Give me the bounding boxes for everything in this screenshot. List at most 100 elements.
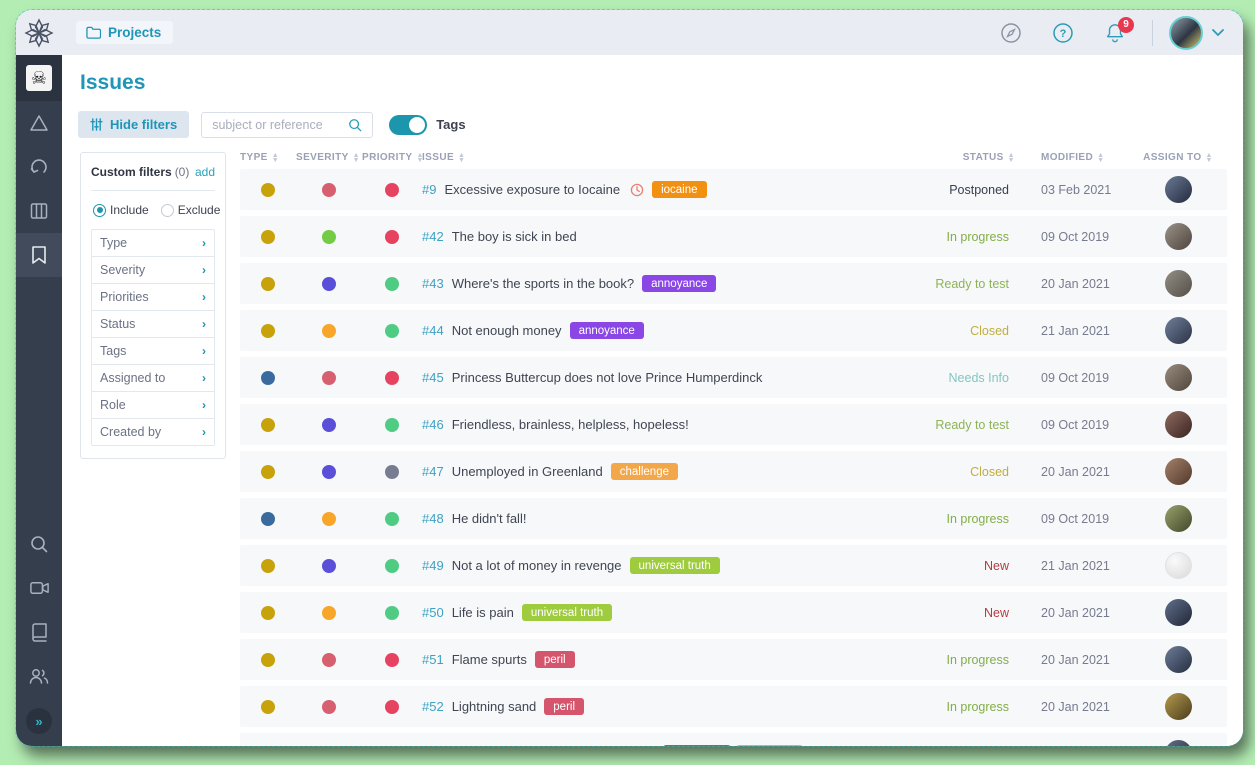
col-header-severity[interactable]: SEVERITY▲▼	[296, 152, 362, 163]
assignee-avatar[interactable]	[1165, 693, 1192, 720]
issue-row[interactable]: #50 Life is pain universal truth New 20 …	[240, 592, 1227, 633]
tags-toggle[interactable]	[389, 115, 427, 135]
col-header-issue[interactable]: ISSUE▲▼	[422, 152, 897, 163]
issue-title[interactable]: Unemployed in Greenland	[452, 464, 603, 479]
issue-status[interactable]: In progress	[897, 653, 1015, 667]
search-icon[interactable]	[348, 118, 362, 132]
sidebar-item-kanban[interactable]	[16, 189, 62, 233]
filter-category-type[interactable]: Type›	[92, 230, 214, 257]
issue-row[interactable]: #46 Friendless, brainless, helpless, hop…	[240, 404, 1227, 445]
issue-status[interactable]: Ready to test	[897, 418, 1015, 432]
issue-status[interactable]: Postponed	[897, 183, 1015, 197]
hide-filters-button[interactable]: Hide filters	[78, 111, 189, 138]
issue-title[interactable]: He didn't fall!	[452, 511, 527, 526]
sidebar-item-issues[interactable]	[16, 233, 62, 277]
filter-category-status[interactable]: Status›	[92, 311, 214, 338]
issue-status[interactable]: In progress	[897, 230, 1015, 244]
issue-row[interactable]: #47 Unemployed in Greenland challenge Cl…	[240, 451, 1227, 492]
issue-ref[interactable]: #50	[422, 605, 444, 620]
filter-category-assigned-to[interactable]: Assigned to›	[92, 365, 214, 392]
filter-category-tags[interactable]: Tags›	[92, 338, 214, 365]
sidebar-item-search[interactable]	[16, 522, 62, 566]
col-header-priority[interactable]: PRIORITY▲▼	[362, 152, 422, 163]
issue-title[interactable]: Lightning sand	[452, 699, 537, 714]
issue-title[interactable]: Not a lot of money in revenge	[452, 558, 622, 573]
issue-status[interactable]: New	[897, 559, 1015, 573]
issue-ref[interactable]: #48	[422, 511, 444, 526]
issue-status[interactable]: In progress	[897, 700, 1015, 714]
search-box[interactable]	[201, 112, 373, 138]
assignee-avatar[interactable]	[1165, 411, 1192, 438]
issue-status[interactable]: Ready to test	[897, 277, 1015, 291]
exclude-label[interactable]: Exclude	[178, 203, 221, 217]
issue-ref[interactable]: #52	[422, 699, 444, 714]
assignee-avatar[interactable]	[1165, 552, 1192, 579]
issue-ref[interactable]: #45	[422, 370, 444, 385]
issue-status[interactable]: New	[897, 606, 1015, 620]
assignee-avatar[interactable]	[1165, 646, 1192, 673]
issue-row[interactable]: #51 Flame spurts peril In progress 20 Ja…	[240, 639, 1227, 680]
assignee-avatar[interactable]	[1165, 599, 1192, 626]
exclude-radio[interactable]	[161, 204, 174, 217]
issue-ref[interactable]: #51	[422, 652, 444, 667]
issue-status[interactable]: Closed	[897, 324, 1015, 338]
assignee-avatar[interactable]	[1165, 317, 1192, 344]
assignee-avatar[interactable]	[1165, 270, 1192, 297]
issue-title[interactable]: Life is pain	[452, 605, 514, 620]
issue-ref[interactable]: #46	[422, 417, 444, 432]
assignee-avatar[interactable]	[1165, 176, 1192, 203]
issue-title[interactable]: The boy is sick in bed	[452, 229, 577, 244]
col-header-assign-to[interactable]: ASSIGN TO▲▼	[1129, 152, 1227, 163]
notifications-button[interactable]: 9	[1098, 16, 1132, 50]
help-button[interactable]: ?	[1046, 16, 1080, 50]
issue-ref[interactable]: #44	[422, 323, 444, 338]
issue-row[interactable]: #45 Princess Buttercup does not love Pri…	[240, 357, 1227, 398]
filter-category-severity[interactable]: Severity›	[92, 257, 214, 284]
issue-ref[interactable]: #49	[422, 558, 444, 573]
col-header-modified[interactable]: MODIFIED▲▼	[1015, 152, 1129, 163]
issue-row[interactable]: #43 Where's the sports in the book? anno…	[240, 263, 1227, 304]
issue-title[interactable]: Friendless, brainless, helpless, hopeles…	[452, 417, 689, 432]
issue-row[interactable]: #48 He didn't fall! In progress 09 Oct 2…	[240, 498, 1227, 539]
add-filter-link[interactable]: add	[195, 165, 215, 179]
include-radio[interactable]	[93, 204, 106, 217]
sidebar-collapse-button[interactable]: »	[26, 708, 52, 734]
issue-title[interactable]: Not enough money	[452, 323, 562, 338]
issue-ref[interactable]: #47	[422, 464, 444, 479]
user-menu[interactable]	[1169, 16, 1225, 50]
issue-row[interactable]: #44 Not enough money annoyance Closed 21…	[240, 310, 1227, 351]
col-header-status[interactable]: STATUS▲▼	[897, 152, 1015, 163]
assignee-avatar[interactable]	[1165, 364, 1192, 391]
issue-ref[interactable]: #9	[422, 182, 436, 197]
issue-row[interactable]: #52 Lightning sand peril In progress 20 …	[240, 686, 1227, 727]
filter-category-role[interactable]: Role›	[92, 392, 214, 419]
sidebar-item-meetup[interactable]	[16, 566, 62, 610]
issue-row[interactable]: #53 Rodents of unusual size (R.O.U.S.) u…	[240, 733, 1227, 746]
col-header-type[interactable]: TYPE▲▼	[240, 152, 296, 163]
discover-button[interactable]	[994, 16, 1028, 50]
issue-title[interactable]: Where's the sports in the book?	[452, 276, 634, 291]
assignee-avatar[interactable]	[1165, 458, 1192, 485]
include-label[interactable]: Include	[110, 203, 149, 217]
issue-status[interactable]: In progress	[897, 512, 1015, 526]
assignee-avatar[interactable]	[1165, 223, 1192, 250]
sidebar-item-epics[interactable]	[16, 101, 62, 145]
issue-row[interactable]: #9 Excessive exposure to Iocaine iocaine…	[240, 169, 1227, 210]
breadcrumb[interactable]: Projects	[76, 21, 173, 44]
issue-status[interactable]: Needs Info	[897, 371, 1015, 385]
sidebar-item-team[interactable]	[16, 654, 62, 698]
issue-row[interactable]: #49 Not a lot of money in revenge univer…	[240, 545, 1227, 586]
issue-title[interactable]: Excessive exposure to Iocaine	[444, 182, 620, 197]
issue-ref[interactable]: #43	[422, 276, 444, 291]
sidebar-item-wiki[interactable]	[16, 610, 62, 654]
filter-category-created-by[interactable]: Created by›	[92, 419, 214, 446]
search-input[interactable]	[212, 118, 348, 132]
issue-status[interactable]: Closed	[897, 465, 1015, 479]
issue-title[interactable]: Princess Buttercup does not love Prince …	[452, 370, 763, 385]
issue-row[interactable]: #42 The boy is sick in bed In progress 0…	[240, 216, 1227, 257]
app-logo[interactable]	[16, 18, 62, 48]
assignee-avatar[interactable]	[1165, 740, 1192, 746]
sidebar-item-project[interactable]: ☠	[16, 55, 62, 101]
filter-category-priorities[interactable]: Priorities›	[92, 284, 214, 311]
issue-title[interactable]: Flame spurts	[452, 652, 527, 667]
